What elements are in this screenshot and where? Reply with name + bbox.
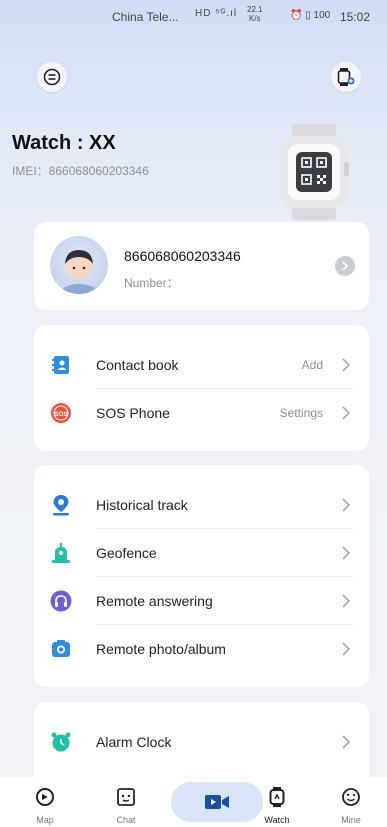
- status-icons: ⏰ ▯ 100: [290, 10, 331, 21]
- remote-answering-label: Remote answering: [96, 593, 213, 609]
- tab-watch[interactable]: Watch: [247, 777, 307, 827]
- alarm-clock-label: Alarm Clock: [96, 734, 172, 750]
- chevron-right-icon: [342, 735, 351, 749]
- watch-qr-icon: [280, 124, 349, 220]
- map-icon: [36, 788, 54, 806]
- geofence-label: Geofence: [96, 545, 157, 561]
- video-camera-icon: [205, 795, 229, 809]
- sos-phone-settings: Settings: [279, 406, 323, 420]
- number-label: Number：: [124, 276, 179, 290]
- menu-row-historical-track[interactable]: Historical track: [34, 481, 369, 529]
- menu-row-alarm-clock[interactable]: Alarm Clock: [34, 718, 369, 766]
- menu-row-sos-phone[interactable]: SOS SOS Phone Settings: [34, 389, 369, 437]
- sos-icon: SOS: [51, 403, 71, 423]
- historical-track-label: Historical track: [96, 497, 188, 513]
- features-card: Historical track Geofence Remote answeri…: [34, 465, 369, 687]
- chevron-right-icon: [342, 261, 349, 271]
- chevron-right-icon: [342, 642, 351, 656]
- location-pin-icon: [53, 495, 69, 516]
- contact-book-add: Add: [301, 358, 323, 372]
- watch-icon: [269, 787, 285, 807]
- tab-mine[interactable]: Mine: [321, 777, 381, 827]
- tab-mine-label: Mine: [341, 815, 361, 825]
- network-speed: 22.1 K/s: [247, 5, 263, 23]
- contact-book-icon: [52, 356, 69, 374]
- smiley-icon: [342, 788, 360, 806]
- chat-icon: [117, 788, 135, 806]
- geofence-icon: [52, 543, 70, 563]
- remote-photo-label: Remote photo/album: [96, 641, 226, 657]
- tab-chat-label: Chat: [116, 815, 136, 825]
- contact-book-label: Contact book: [96, 357, 179, 373]
- carrier-name: China Tele...: [112, 10, 179, 24]
- menu-button[interactable]: [37, 62, 67, 92]
- contacts-card: Contact book Add SOS SOS Phone Settings: [34, 325, 369, 451]
- menu-row-contact-book[interactable]: Contact book Add: [34, 341, 369, 389]
- tab-map[interactable]: Map: [15, 777, 75, 827]
- chevron-right-icon: [342, 406, 351, 420]
- avatar: [50, 236, 108, 294]
- chevron-right-icon: [342, 546, 351, 560]
- sos-phone-label: SOS Phone: [96, 405, 170, 421]
- bottom-tab-bar: Map Chat Watch Mine: [0, 777, 387, 827]
- signal-indicator: HD ⁵ᴳ.ıl: [195, 8, 238, 19]
- svg-text:SOS: SOS: [54, 411, 68, 418]
- menu-icon: [43, 68, 61, 86]
- menu-row-remote-answering[interactable]: Remote answering: [34, 577, 369, 625]
- menu-row-remote-photo[interactable]: Remote photo/album: [34, 625, 369, 673]
- imei-text: IMEI：866068060203346: [12, 164, 149, 178]
- network-speed-unit: K/s: [249, 14, 261, 23]
- profile-card[interactable]: 866068060203346 Number：: [34, 222, 369, 310]
- tab-chat[interactable]: Chat: [96, 777, 156, 827]
- status-bar: China Tele... HD ⁵ᴳ.ıl 22.1 K/s ⏰ ▯ 100 …: [0, 0, 387, 28]
- watch-qr-image[interactable]: [278, 124, 350, 220]
- network-speed-value: 22.1: [247, 5, 263, 14]
- chevron-right-icon: [342, 498, 351, 512]
- tab-map-label: Map: [36, 815, 54, 825]
- profile-arrow-button[interactable]: [335, 256, 355, 276]
- avatar-icon: [57, 250, 101, 294]
- camera-icon: [52, 640, 70, 657]
- headset-icon: [50, 590, 72, 612]
- device-id: 866068060203346: [124, 248, 241, 264]
- add-watch-icon: [337, 68, 355, 86]
- menu-row-geofence[interactable]: Geofence: [34, 529, 369, 577]
- watch-title: Watch : XX: [12, 132, 116, 154]
- add-watch-button[interactable]: [331, 62, 361, 92]
- clock: 15:02: [340, 10, 371, 24]
- chevron-right-icon: [342, 594, 351, 608]
- tab-watch-label: Watch: [264, 815, 290, 825]
- alarm-clock-icon: [51, 732, 71, 752]
- chevron-right-icon: [342, 358, 351, 372]
